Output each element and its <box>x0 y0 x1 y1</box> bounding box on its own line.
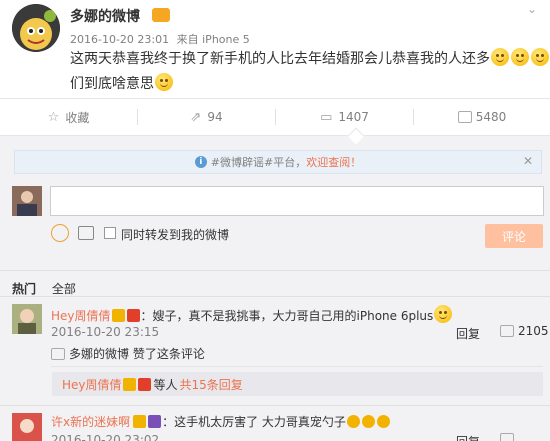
comment-timestamp: 2016-10-20 23:02 <box>51 433 160 441</box>
thumbs-up-icon <box>51 348 65 360</box>
replies-mid: 等人 <box>153 377 178 392</box>
coin-emoji-icon <box>376 415 390 428</box>
commenter-avatar[interactable] <box>12 413 42 441</box>
post-text-line2: 们到底啥意思 <box>70 76 154 92</box>
coin-emoji-icon <box>361 415 375 428</box>
notice-link[interactable]: 欢迎查阅！ <box>306 154 361 170</box>
favorite-button[interactable]: ☆ 收藏 <box>0 99 137 135</box>
image-upload-icon[interactable] <box>78 226 94 240</box>
smile-emoji-icon <box>155 73 173 91</box>
favorite-label: 收藏 <box>65 110 90 125</box>
comment-reply-button[interactable]: 回复 <box>456 433 480 441</box>
tabs-bottom-divider <box>0 296 550 297</box>
author-name[interactable]: 多娜的微博 <box>70 6 140 26</box>
vip-badge-icon[interactable] <box>148 415 162 428</box>
comment-reply-button[interactable]: 回复 <box>456 325 480 342</box>
comment-tabs: 热门 全部 <box>12 280 76 297</box>
comment-user[interactable]: 许x新的迷妹啊 <box>51 415 130 429</box>
member-badge-icon[interactable] <box>152 8 170 22</box>
info-icon: i <box>194 156 207 168</box>
comment-like-button[interactable] <box>500 432 518 441</box>
like-button[interactable]: 5480 <box>414 99 550 135</box>
smile-emoji-icon <box>511 48 529 66</box>
comment-row: Hey周倩倩 ：嫂子，真不是我挑事，大力哥自己用的iPhone 6plus <box>51 305 453 324</box>
like-count: 5480 <box>475 110 507 124</box>
comment-button[interactable]: ▭ 1407 <box>276 99 413 135</box>
comment-timestamp: 2016-10-20 23:15 <box>51 325 160 339</box>
notice-text: #微博辟谣#平台， <box>210 156 307 169</box>
close-icon[interactable]: ✕ <box>523 154 533 168</box>
smile-emoji-icon <box>531 48 549 66</box>
thumbs-up-icon <box>457 111 472 123</box>
submit-comment-button[interactable]: 评论 <box>485 224 543 248</box>
smile-emoji-icon <box>491 48 509 66</box>
replies-count-link[interactable]: 共15条回复 <box>180 376 243 393</box>
star-icon: ☆ <box>47 109 60 125</box>
thumbs-up-icon <box>500 433 514 441</box>
comment-text: ：嫂子，真不是我挑事，大力哥自己用的iPhone 6plus <box>140 309 434 323</box>
tabs-top-divider <box>0 270 550 271</box>
post-content: 这两天恭喜我终于换了新手机的人比去年结婚那会儿恭喜我的人还多你 们到底啥意思 <box>70 47 549 97</box>
tab-all[interactable]: 全部 <box>52 282 76 296</box>
post-meta: 2016-10-20 23:01 来自 iPhone 5 <box>70 31 250 47</box>
coin-emoji-icon <box>346 415 360 428</box>
comment-like-count: 2105 <box>518 324 549 338</box>
repost-checkbox[interactable] <box>104 227 116 239</box>
collapse-chevron-icon[interactable]: ⌄ <box>527 2 537 16</box>
comment-input[interactable] <box>50 186 544 216</box>
post-source[interactable]: iPhone 5 <box>202 33 250 46</box>
member-badge-icon <box>122 377 136 391</box>
author-avatar[interactable] <box>12 4 60 52</box>
repost-button[interactable]: ⇗ 94 <box>138 99 275 135</box>
post-action-bar: ☆ 收藏 ⇗ 94 ▭ 1407 5480 <box>0 98 550 136</box>
comment-count: 1407 <box>338 110 369 124</box>
comment-divider <box>51 366 543 367</box>
repost-checkbox-label[interactable]: 同时转发到我的微博 <box>121 226 229 243</box>
member-badge-icon[interactable] <box>133 415 147 428</box>
liked-by-suffix: 赞了这条评论 <box>132 347 205 361</box>
post-text-line1: 这两天恭喜我终于换了新手机的人比去年结婚那会儿恭喜我的人还多 <box>70 51 490 67</box>
comment-user[interactable]: Hey周倩倩 <box>51 309 111 323</box>
replies-summary[interactable]: Hey周倩倩 等人 共15条回复 <box>52 372 543 396</box>
liked-by-user[interactable]: 多娜的微博 <box>69 347 129 361</box>
comment-like-button[interactable]: 2105 <box>500 324 549 338</box>
current-user-avatar[interactable] <box>12 186 42 216</box>
post-timestamp[interactable]: 2016-10-20 23:01 <box>70 33 169 46</box>
tab-hot[interactable]: 热门 <box>12 282 36 296</box>
member-badge-icon[interactable] <box>111 309 125 322</box>
comment-row: 许x新的迷妹啊 ：这手机太厉害了 大力哥真宠勺子 <box>51 413 391 430</box>
commenter-avatar[interactable] <box>12 304 42 334</box>
rumor-notice-bar: i #微博辟谣#平台， 欢迎查阅！ ✕ <box>14 150 542 174</box>
grin-emoji-icon <box>434 305 453 323</box>
replies-user[interactable]: Hey周倩倩 <box>62 376 122 393</box>
comment-icon: ▭ <box>320 109 333 125</box>
comment-text: ：这手机太厉害了 大力哥真宠勺子 <box>162 415 346 429</box>
comment-divider <box>0 405 550 406</box>
red-envelope-badge-icon[interactable] <box>126 309 140 322</box>
author-liked-row: 多娜的微博 赞了这条评论 <box>51 345 205 362</box>
thumbs-up-icon <box>500 325 514 337</box>
repost-count: 94 <box>207 110 223 124</box>
repost-icon: ⇗ <box>190 109 202 125</box>
emoji-picker-icon[interactable] <box>51 224 69 242</box>
red-envelope-badge-icon <box>137 377 151 391</box>
post-source-prefix: 来自 <box>176 33 199 46</box>
